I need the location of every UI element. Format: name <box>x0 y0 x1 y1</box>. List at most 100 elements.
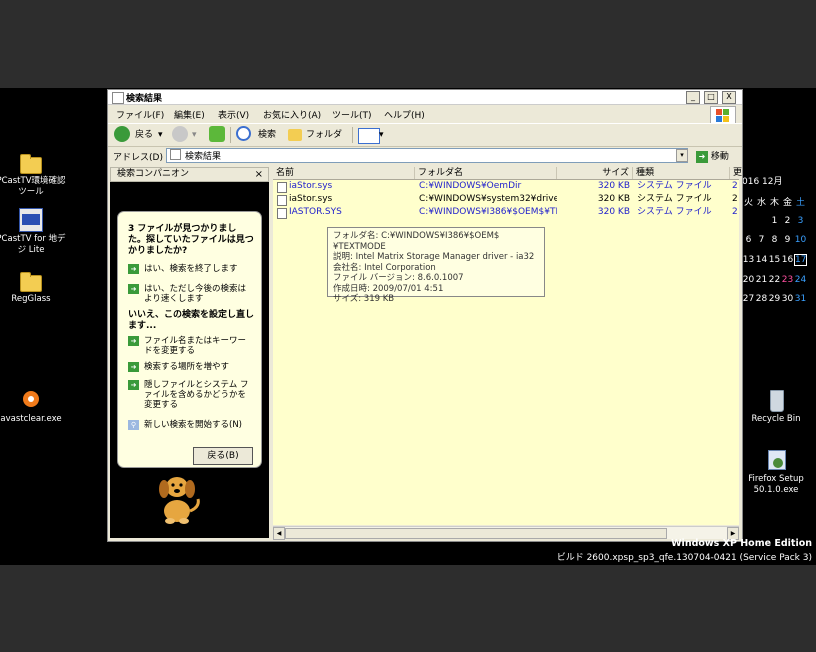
calendar-week: 20 21 22 23 24 <box>742 275 816 285</box>
horizontal-scrollbar[interactable]: ◀ ▶ <box>273 526 739 540</box>
column-header-name[interactable]: 名前 <box>273 167 415 179</box>
file-date: 2 <box>732 181 738 191</box>
table-row[interactable]: iaStor.sys C:¥WINDOWS¥system32¥drivers 3… <box>273 193 739 206</box>
desktop-icon-firefox-setup[interactable]: Firefox Setup 50.1.0.exe <box>738 448 814 496</box>
search-companion-pane: 検索コンパニオン × 3 ファイルが見つかりました。探していたファイルは見つかり… <box>110 167 269 538</box>
desktop-icon-recycle-bin[interactable]: Recycle Bin <box>738 388 814 425</box>
folder-icon <box>20 272 42 292</box>
desktop-icon-avastclear[interactable]: avastclear.exe <box>0 388 69 425</box>
search-results-list: 名前 フォルダ名 サイズ 種類 更 iaStor.sys C:¥WINDOWS¥… <box>273 167 742 525</box>
go-arrow-icon: ➜ <box>696 150 708 163</box>
table-row[interactable]: IASTOR.SYS C:¥WINDOWS¥I386¥$OEM$¥TE... 3… <box>273 206 739 219</box>
option-faster-search[interactable]: ➜ はい、ただし今後の検索はより速くします <box>128 284 254 304</box>
new-search-link[interactable]: ⚲ 新しい検索を開始する(N) <box>128 420 254 430</box>
option-label: 隠しファイルとシステム ファイルを含めるかどうかを変更する <box>144 380 249 410</box>
calendar-week: 13 14 15 16 17 <box>742 254 816 266</box>
desktop-icon-regglass[interactable]: RegGlass <box>0 270 69 305</box>
green-arrow-icon: ➜ <box>128 380 139 390</box>
search-icon[interactable] <box>236 126 251 141</box>
views-icon[interactable] <box>358 128 380 144</box>
folders-button[interactable]: フォルダ <box>306 127 342 143</box>
system-file-icon <box>277 182 287 193</box>
calendar-day: 15 <box>768 255 781 265</box>
option-hidden-files[interactable]: ➜ 隠しファイルとシステム ファイルを含めるかどうかを変更する <box>128 380 254 410</box>
calendar-day: 10 <box>794 235 807 245</box>
desktop-icon-pcasttv-lite[interactable]: PCastTV for 地デジ Lite <box>0 208 69 256</box>
column-header-folder[interactable]: フォルダ名 <box>415 167 557 179</box>
folders-icon[interactable] <box>288 129 302 141</box>
maximize-button[interactable]: □ <box>704 91 718 104</box>
option-finish-search[interactable]: ➜ はい、検索を終了します <box>128 264 254 274</box>
green-arrow-icon: ➜ <box>128 284 139 294</box>
calendar-week: 123 <box>742 216 816 226</box>
minimize-button[interactable]: _ <box>686 91 700 104</box>
option-more-locations[interactable]: ➜ 検索する場所を増やす <box>128 362 254 372</box>
forward-arrow-icon[interactable] <box>172 126 188 142</box>
calendar-weekday: 木 <box>769 198 779 208</box>
search-icon: ⚲ <box>128 420 139 430</box>
views-dropdown-icon[interactable]: ▾ <box>379 127 384 143</box>
tooltip-line: フォルダ名: C:¥WINDOWS¥I386¥$OEM$¥TEXTMODE <box>333 231 500 252</box>
search-dog-character-icon[interactable] <box>150 467 204 525</box>
search-button[interactable]: 検索 <box>258 127 276 143</box>
calendar-day: 27 <box>742 294 755 304</box>
menu-favorites[interactable]: お気に入り(A) <box>263 108 321 121</box>
top-letterbox <box>0 0 816 88</box>
forward-dropdown-icon[interactable]: ▾ <box>192 127 197 143</box>
calendar-day-today: 17 <box>794 254 807 266</box>
calendar-day: 29 <box>768 294 781 304</box>
file-folder: C:¥WINDOWS¥I386¥$OEM$¥TE... <box>419 207 557 217</box>
title-bar[interactable]: 検索結果 _ □ X <box>108 90 742 105</box>
desktop-icon-pcasttv-check[interactable]: PCastTV環境確認ツール <box>0 152 69 198</box>
calendar-week: 6 7 8 9 10 <box>742 235 816 245</box>
back-search-button[interactable]: 戻る(B) <box>193 447 253 465</box>
calendar-weekday: 水 <box>756 198 766 208</box>
desktop-icon-label: PCastTV for 地デジ Lite <box>0 234 66 255</box>
calendar-weekday: 火 <box>743 198 753 208</box>
search-results-window: 検索結果 _ □ X ファイル(F) 編集(E) 表示(V) お気に入り(A) … <box>107 89 743 542</box>
option-change-keyword[interactable]: ➜ ファイル名またはキーワードを変更する <box>128 336 254 356</box>
file-name: IASTOR.SYS <box>289 207 342 217</box>
green-arrow-icon: ➜ <box>128 264 139 274</box>
desktop-icon-label: RegGlass <box>11 294 51 304</box>
scrollbar-thumb[interactable] <box>285 528 667 539</box>
file-size: 320 KB <box>597 194 630 204</box>
address-value: 検索結果 <box>185 152 222 162</box>
address-field[interactable]: 検索結果 <box>166 148 688 163</box>
file-name: iaStor.sys <box>289 181 333 191</box>
menu-help[interactable]: ヘルプ(H) <box>384 108 425 121</box>
scroll-left-button[interactable]: ◀ <box>273 527 285 540</box>
back-dropdown-icon[interactable]: ▾ <box>158 127 163 143</box>
go-label: 移動 <box>710 152 729 162</box>
calendar-day: 8 <box>771 235 778 245</box>
calendar-day: 24 <box>794 275 807 285</box>
search-assistant-bubble: 3 ファイルが見つかりました。探していたファイルは見つかりましたか? ➜ はい、検… <box>117 211 262 468</box>
calendar-day: 22 <box>768 275 781 285</box>
option-label: はい、ただし今後の検索はより速くします <box>144 284 247 304</box>
column-header-type[interactable]: 種類 <box>633 167 730 179</box>
column-header-row: 名前 フォルダ名 サイズ 種類 更 <box>273 167 742 180</box>
back-button[interactable]: 戻る <box>135 127 153 143</box>
search-companion-close-button[interactable]: × <box>255 168 263 181</box>
green-arrow-icon: ➜ <box>128 336 139 346</box>
calendar-widget: 016 12月 火水木金土 123 6 7 8 9 10 13 14 15 16 17 20 21… <box>742 174 816 304</box>
desktop-icon-label: PCastTV環境確認ツール <box>0 176 66 197</box>
back-arrow-icon[interactable] <box>114 126 130 142</box>
menu-view[interactable]: 表示(V) <box>218 108 249 121</box>
menu-bar: ファイル(F) 編集(E) 表示(V) お気に入り(A) ツール(T) ヘルプ(… <box>108 105 742 124</box>
table-row[interactable]: iaStor.sys C:¥WINDOWS¥OemDir 320 KB システム… <box>273 180 739 193</box>
bottom-letterbox <box>0 565 816 652</box>
calendar-weekday: 土 <box>795 198 805 208</box>
menu-edit[interactable]: 編集(E) <box>174 108 205 121</box>
column-header-date[interactable]: 更 <box>730 167 742 179</box>
windows-build-watermark: ビルド 2600.xpsp_sp3_qfe.130704-0421 (Servi… <box>556 553 812 563</box>
go-button[interactable]: ➜ 移動 <box>696 149 729 163</box>
column-header-size[interactable]: サイズ <box>557 167 633 179</box>
menu-file[interactable]: ファイル(F) <box>116 108 164 121</box>
up-folder-icon[interactable] <box>209 126 225 142</box>
option-label: 新しい検索を開始する(N) <box>144 420 242 430</box>
address-dropdown-button[interactable]: ▾ <box>676 149 688 162</box>
close-button[interactable]: X <box>722 91 736 104</box>
menu-tools[interactable]: ツール(T) <box>332 108 372 121</box>
desktop-icon-label: Firefox Setup 50.1.0.exe <box>748 474 804 495</box>
